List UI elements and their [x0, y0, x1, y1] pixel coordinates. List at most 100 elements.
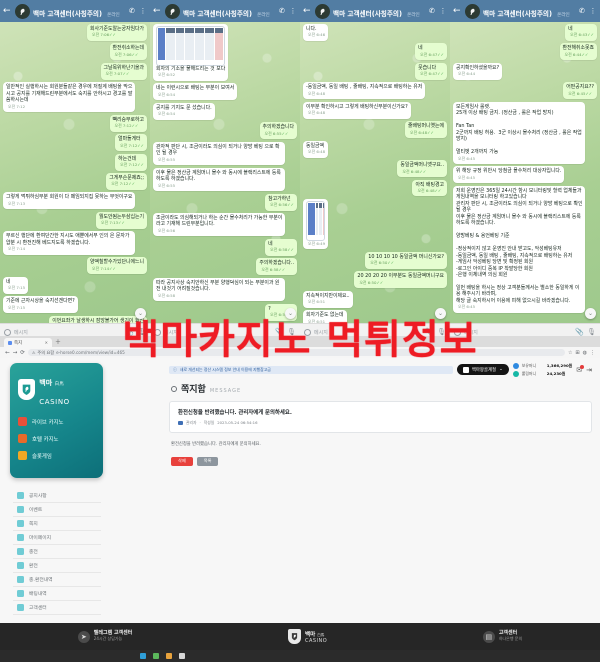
chat-message[interactable]: 20 20 20 20 이부분도 동일금액머니구요 오전 6:50✓✓: [354, 271, 447, 289]
phone-icon[interactable]: ✆: [278, 7, 286, 15]
list-button[interactable]: 목록: [196, 456, 219, 466]
telegram-panel: ← 백마 고객센터(사칭주의) 온라인 ✆ ⋮ 회사기준도알는궁자임다가 오전 7…: [0, 0, 150, 340]
chat-message[interactable]: 어떤공지요?? 오전 6:45✓✓: [563, 82, 597, 100]
chat-message[interactable]: 환전취소하는데 오전 7:06✓✓: [109, 43, 147, 61]
sidebar-item-7[interactable]: 배팅내역: [13, 587, 101, 601]
chat-message[interactable]: -동일금액, 동일 배팅 , 줄배팅, 지속적으로 배팅하는 유저 오전 6:48: [303, 82, 426, 100]
chat-message[interactable]: 네 오전 6:58✓✓: [265, 238, 297, 256]
chat-message[interactable]: 그게무슨문제죠;; 오전 7:12✓✓: [106, 173, 147, 190]
chat-message-list[interactable]: 회자의 기소을 물해드리는 것 보다 오전 6:52 네는 이런시으로 배팅는 부분…: [150, 22, 300, 323]
screenshot-attachment[interactable]: [306, 200, 326, 241]
horse-avatar-icon[interactable]: [315, 3, 330, 19]
taskbar-icon[interactable]: [179, 653, 185, 659]
game-menu-item[interactable]: 호텔 카지노: [18, 434, 97, 443]
game-menu-item[interactable]: 라이브 카지노: [18, 417, 97, 426]
chat-header: ← 백마 고객센터(사칭주의) 온라인 ✆ ⋮: [0, 0, 150, 22]
back-arrow-icon[interactable]: ←: [453, 6, 462, 16]
chat-message[interactable]: 네 오전 6:47✓✓: [415, 43, 447, 61]
notice-bar[interactable]: ⓘ 새로 개선되는 정산 시스템 정보 안내 이용에 지행참고금: [169, 365, 453, 374]
footer-support[interactable]: ▤ 고객센터 하나은행 문의: [482, 630, 522, 643]
chat-message[interactable]: 아직 배팅경고 오전 6:48✓✓: [412, 179, 447, 197]
message-date: 2023-05-24 06:54:16: [217, 420, 258, 425]
delete-button[interactable]: 삭제: [171, 456, 193, 466]
phone-icon[interactable]: ✆: [428, 7, 436, 15]
back-arrow-icon[interactable]: ←: [153, 6, 162, 16]
sidebar-item-2[interactable]: 쪽지: [13, 517, 101, 531]
more-vertical-icon[interactable]: ⋮: [139, 7, 147, 15]
chat-message[interactable]: 공지를 기지도 문 섰습니다. 오전 6:54: [153, 102, 215, 120]
chat-message[interactable]: 추의하겠습니다 오전 6:55✓✓: [259, 122, 297, 140]
chat-message[interactable]: 일반적인 실행하시는 회원분들같은 경우에 저질계 배팅을 막으시고 공지를 기…: [3, 82, 136, 113]
sidebar-item-3[interactable]: 마이페이지: [13, 531, 101, 545]
sidebar-item-4[interactable]: 충전: [13, 545, 101, 559]
chat-message[interactable]: 네는 이런시으로 배팅는 부분이 보여서 오전 6:54: [153, 83, 238, 101]
chat-message[interactable]: 조금이라도 의심해되거나 하는 순간 몰수처리가 가능한 부분이라고 기재해 드…: [153, 213, 286, 237]
envelope-icon[interactable]: ✉: [576, 364, 585, 374]
horse-avatar-icon[interactable]: [465, 3, 480, 19]
chat-message[interactable]: 기준에 근자시상을 숙지선겐다면? 오전 7:15: [3, 296, 78, 314]
chat-message[interactable]: 빽리승부로하고 오전 7:12✓✓: [109, 114, 147, 132]
chat-message[interactable]: 동일금액 오전 6:48: [303, 140, 329, 158]
chat-message[interactable]: 환전해취소못죠 오전 6:44✓✓: [559, 43, 597, 61]
chat-message[interactable]: 참고가하넌 오전 6:56✓✓: [265, 193, 297, 211]
chat-message[interactable]: 위 해당 규정 위반시 당첨금 몰수처리 대상자입니다. 오전 6:45: [453, 166, 565, 184]
chat-message-text: 그렇게 먹튀하심부분 회원이 다 페임되지집 못하는 무엇이구요: [6, 194, 133, 201]
game-menu-item[interactable]: 슬롯게임: [18, 451, 97, 460]
sidebar-item-1[interactable]: 이벤트: [13, 503, 101, 517]
chat-message[interactable]: 하는건데 오전 7:12✓✓: [115, 153, 147, 171]
chat-message[interactable]: 얼마돌게터 오전 7:12✓✓: [115, 134, 147, 152]
sidebar-item-6[interactable]: 충.환전내역: [13, 573, 101, 587]
chat-message[interactable]: 관자적 판단 시, 조금이라도 의심이 되거나 양방 베팅 으로 확인 될 경우…: [153, 141, 286, 166]
chat-message[interactable]: 이후 물은 정산금 계임머니 몰수 와 동시에 블랙리스트에 등록하도록 하겠습…: [153, 167, 286, 192]
horse-avatar-icon[interactable]: [15, 3, 30, 19]
message-card: 환전신청을 반려했습니다. 관리자에게 문의하세요. 관리자 · 작성일 202…: [169, 400, 592, 433]
chat-message[interactable]: 오전 6:49: [303, 198, 329, 250]
chat-message[interactable]: 이부분 확인하시고 그렇게 배팅하신부분이신가요? 오전 6:48: [303, 101, 411, 119]
chat-message[interactable]: 뭇습니다 오전 6:47✓✓: [415, 62, 447, 80]
chat-message[interactable]: 니다. 오전 6:46: [303, 24, 329, 41]
chat-message[interactable]: 지속적이지만이제요.. 오전 6:51: [303, 290, 353, 308]
site-logo-card[interactable]: 백마 白馬 CASINO 라이브 카지노 호텔 카지노 슬롯게임: [10, 363, 103, 478]
phone-icon[interactable]: ✆: [128, 7, 136, 15]
chat-message[interactable]: 모든게임사 롤랫. 25개 이상 배팅 금지. (정산금 , 롤은 작업 방지)…: [453, 101, 586, 164]
chat-message[interactable]: 네 오전 6:43✓✓: [565, 24, 597, 41]
chat-message[interactable]: 따라 공지사상 숙지안하신 부분 양행덕심이 되는 부분이과 원전 내것기 어려…: [153, 277, 286, 302]
screenshot-attachment[interactable]: [156, 26, 226, 66]
sidebar-item-0[interactable]: 공지사항: [13, 489, 101, 503]
chat-message[interactable]: 줄배팅머니옛는에 오전 6:48✓✓: [405, 121, 447, 139]
chat-message[interactable]: 그렇게 먹튀하심부분 회원이 다 페임되지집 못하는 무엇이구요 오전 7:13: [3, 192, 136, 210]
taskbar-icon[interactable]: [140, 653, 146, 659]
chat-message[interactable]: 저희 운영진은 365일 24시간 항시 모니터링및 헐력 업체들과 게임내역을…: [453, 185, 586, 313]
taskbar-icon[interactable]: [153, 653, 159, 659]
live-casino-icon: [18, 417, 27, 426]
horse-avatar-icon[interactable]: [165, 3, 180, 19]
chat-message-list[interactable]: 네 오전 6:43✓✓ 환전해취소못죠 오전 6:44✓✓ 공지확인하셨을까요? 오전 6…: [450, 22, 600, 323]
read-check-icon: ✓✓: [131, 51, 139, 57]
user-chip[interactable]: 백마왕골계절 ⌄: [456, 364, 509, 376]
chat-message-list[interactable]: 니다. 오전 6:46 네 오전 6:47✓✓ 뭇습니다 오전 6:47✓✓ -동일금액, …: [300, 22, 450, 323]
logout-icon[interactable]: ⇥: [586, 366, 592, 374]
back-arrow-icon[interactable]: ←: [3, 6, 12, 16]
phone-icon[interactable]: ✆: [578, 7, 586, 15]
chat-message-list[interactable]: 회사기준도알는궁자임다가 오전 7:06✓✓ 환전취소하는데 오전 7:06✓✓ 그날목…: [0, 22, 150, 323]
chat-message[interactable]: 공지확인하셨을까요? 오전 6:44: [453, 62, 503, 80]
more-vertical-icon[interactable]: ⋮: [439, 7, 447, 15]
more-vertical-icon[interactable]: ⋮: [289, 7, 297, 15]
chat-message[interactable]: 10 10 10 10 동일금액 머니신가요? 오전 6:50✓✓: [365, 251, 447, 269]
more-vertical-icon[interactable]: ⋮: [589, 7, 597, 15]
chat-message[interactable]: 네 오전 7:15: [3, 276, 29, 294]
sidebar-item-8[interactable]: 고객센터: [13, 601, 101, 615]
chat-message[interactable]: 동일금액머니앳구요.. 오전 6:48✓✓: [397, 160, 447, 177]
chat-message[interactable]: 뭘도안됨는두삼십는기 오전 7:13✓✓: [96, 211, 147, 229]
chat-message[interactable]: 주의하겠습니다.. 오전 6:58✓✓: [256, 258, 297, 276]
chat-message[interactable]: 부르신 행단에 환여단간한 지시도 애뿐에서부 인의 은 문자가 얍분 시 환전…: [3, 231, 136, 255]
taskbar-icon[interactable]: [166, 653, 172, 659]
sidebar-item-5[interactable]: 환전: [13, 559, 101, 573]
chat-message[interactable]: 회자의 기소을 물해드리는 것 보다 오전 6:52: [153, 24, 229, 81]
chat-message[interactable]: 양액칠할수가있단니에느니 오전 7:14✓✓: [87, 257, 147, 275]
chat-message[interactable]: 그날목위하난기올과 오전 7:07✓✓: [100, 62, 147, 80]
back-arrow-icon[interactable]: ←: [303, 6, 312, 16]
footer-telegram[interactable]: ➤ 텔레그램 고객센터 24시간 상담가능: [77, 630, 132, 643]
chat-message[interactable]: 회사기준도알는궁자임다가 오전 7:06✓✓: [87, 24, 147, 41]
withdraw-icon: [17, 562, 24, 569]
